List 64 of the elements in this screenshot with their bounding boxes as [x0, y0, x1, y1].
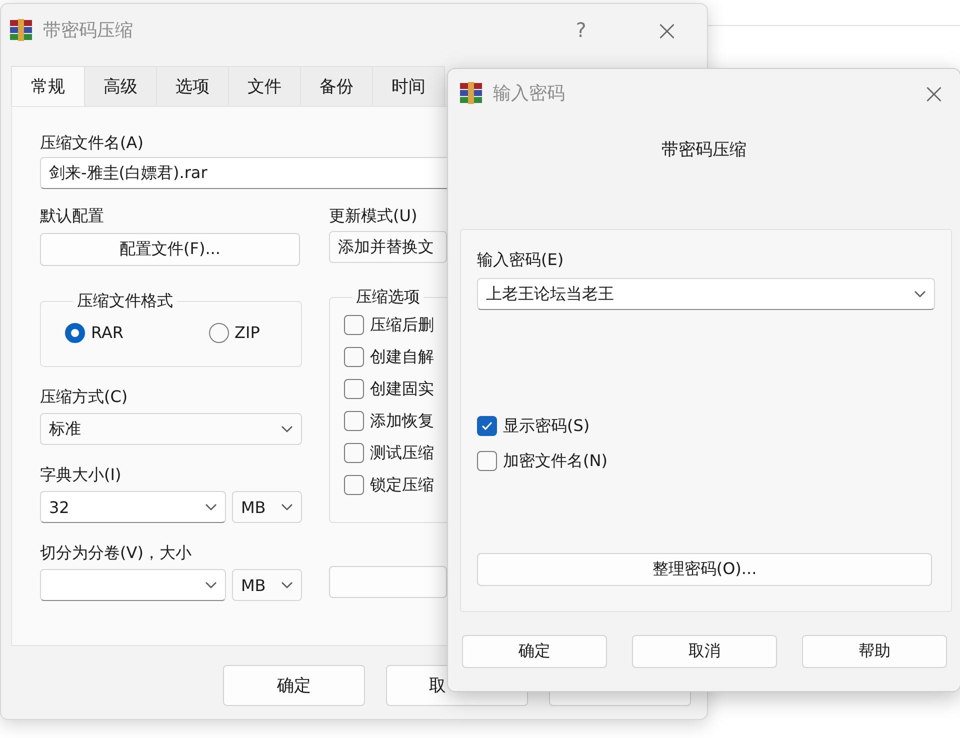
checkbox-label: 显示密码(S) — [503, 416, 590, 436]
tab[interactable]: 文件 — [229, 66, 301, 106]
field-label: 切分为分卷(V)，大小 — [40, 543, 192, 563]
checkbox-label: 锁定压缩 — [370, 475, 434, 495]
dropdown-field[interactable] — [40, 569, 226, 601]
tab[interactable]: 选项 — [157, 66, 229, 106]
checkbox[interactable] — [477, 451, 497, 471]
group-title: 压缩选项 — [355, 287, 421, 307]
chevron-icon — [281, 581, 293, 589]
checkbox-label: 压缩后删 — [370, 315, 434, 335]
window-title: 带密码压缩 — [43, 19, 134, 42]
check-icon — [481, 421, 493, 431]
radio-label: ZIP — [234, 323, 260, 343]
chevron-icon — [205, 503, 217, 511]
dropdown-field[interactable]: 添加并替换文 — [329, 231, 447, 263]
field-label: 压缩方式(C) — [40, 387, 128, 407]
dropdown-field[interactable]: MB — [232, 569, 302, 601]
checkbox[interactable] — [344, 315, 364, 335]
chevron-icon — [914, 290, 926, 298]
checkbox[interactable] — [344, 347, 364, 367]
field-label: 压缩文件名(A) — [40, 133, 144, 153]
tab[interactable]: 常规 — [11, 66, 85, 106]
dropdown-field[interactable]: 32 — [40, 491, 226, 523]
dialog-button[interactable]: 确定 — [462, 635, 607, 668]
field-label: 输入密码(E) — [477, 250, 564, 270]
group-title: 压缩文件格式 — [76, 291, 174, 311]
dropdown-field[interactable]: 标准 — [40, 413, 302, 445]
checkbox-label: 创建自解 — [370, 347, 434, 367]
radio-button[interactable] — [208, 323, 229, 343]
radio-label: RAR — [91, 323, 124, 343]
checkbox[interactable] — [477, 416, 497, 436]
stacked-books-icon — [9, 18, 33, 42]
dialog-button[interactable]: 确定 — [223, 665, 365, 706]
close-button[interactable]: × — [914, 76, 954, 110]
checkbox[interactable] — [344, 379, 364, 399]
stacked-books-icon — [459, 81, 483, 105]
tab[interactable]: 备份 — [301, 66, 373, 106]
window-title: 输入密码 — [493, 82, 566, 105]
chevron-icon — [281, 425, 293, 433]
help-button[interactable]: ? — [561, 18, 601, 42]
dropdown-field[interactable]: MB — [232, 491, 302, 523]
chevron-icon — [205, 581, 217, 589]
checkbox[interactable] — [344, 443, 364, 463]
organize-passwords-button[interactable]: 整理密码(O)... — [477, 553, 932, 586]
dialog-heading: 带密码压缩 — [660, 139, 748, 161]
checkbox[interactable] — [344, 411, 364, 431]
dropdown-field[interactable]: 上老王论坛当老王 — [477, 278, 935, 310]
checkbox-label: 创建固实 — [370, 379, 434, 399]
tab[interactable]: 时间 — [373, 66, 445, 106]
text-field[interactable]: 剑来-雅圭(白嫖君).rar — [40, 157, 448, 189]
checkbox-label: 添加恢复 — [370, 411, 434, 431]
field-label: 更新模式(U) — [329, 206, 418, 226]
field-label: 默认配置 — [40, 206, 104, 226]
checkbox-label: 加密文件名(N) — [503, 451, 608, 471]
tab[interactable]: 高级 — [85, 66, 157, 106]
profile-button[interactable]: 配置文件(F)... — [40, 233, 300, 266]
checkbox[interactable] — [344, 475, 364, 495]
dialog-button[interactable]: 帮助 — [802, 635, 947, 668]
chevron-icon — [281, 503, 293, 511]
radio-button[interactable] — [65, 323, 85, 343]
dialog-button[interactable]: 取消 — [632, 635, 777, 668]
field-label: 字典大小(I) — [40, 465, 122, 485]
close-button[interactable]: × — [647, 14, 687, 46]
checkbox-label: 测试压缩 — [370, 443, 434, 463]
